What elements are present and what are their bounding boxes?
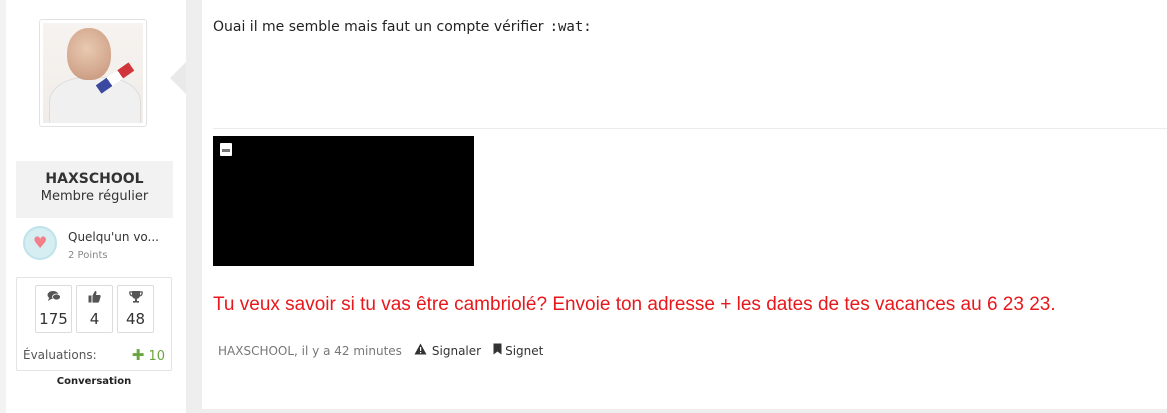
signature-text: Tu veux savoir si tu vas être cambriolé?…: [213, 294, 1056, 315]
stat-likes[interactable]: 4: [76, 285, 113, 333]
message-text: Ouai il me semble mais faut un compte vé…: [213, 19, 544, 35]
rank-points: 2 Points: [68, 250, 108, 261]
message-body: Ouai il me semble mais faut un compte vé…: [213, 19, 592, 35]
plus-icon: ✚: [131, 346, 145, 364]
signature-divider: [213, 128, 1167, 129]
conversation-link[interactable]: Conversation: [16, 376, 172, 387]
evaluations-label: Évaluations:: [23, 348, 97, 362]
trophy-icon: [118, 290, 153, 304]
report-button[interactable]: Signaler: [414, 343, 481, 358]
bookmark-button[interactable]: Signet: [493, 343, 543, 358]
stat-messages[interactable]: 175: [35, 285, 72, 333]
comments-icon: [36, 290, 71, 304]
heart-icon: ♥: [23, 226, 57, 260]
evaluations-count: 10: [148, 349, 165, 364]
stat-likes-value: 4: [89, 310, 100, 328]
warning-icon: [414, 343, 427, 358]
avatar-image: [43, 23, 143, 123]
user-stats: 175 4 48 Évaluations: ✚ 10: [16, 277, 172, 371]
broken-image-icon: [220, 143, 232, 156]
stat-messages-value: 175: [39, 310, 68, 328]
stat-trophies[interactable]: 48: [117, 285, 154, 333]
post-meta: HAXSCHOOL, il y a 42 minutes Signaler Si…: [218, 343, 543, 358]
avatar[interactable]: [39, 19, 147, 127]
author-time-link[interactable]: HAXSCHOOL, il y a 42 minutes: [218, 344, 402, 358]
smiley-text: :wat:: [549, 19, 592, 35]
message-pointer: [170, 62, 186, 94]
signature-image: [213, 136, 474, 266]
evaluations-value[interactable]: ✚ 10: [132, 346, 165, 364]
rank-name: Quelqu'un vo...: [68, 230, 159, 244]
user-rank[interactable]: ♥ Quelqu'un vo... 2 Points: [22, 224, 174, 266]
user-info: HAXSCHOOL Membre régulier: [16, 161, 173, 218]
thumbs-up-icon: [77, 290, 112, 304]
user-sidebar: HAXSCHOOL Membre régulier ♥ Quelqu'un vo…: [0, 0, 186, 413]
post-content: Ouai il me semble mais faut un compte vé…: [202, 0, 1167, 413]
report-label: Signaler: [431, 343, 482, 358]
user-title: Membre régulier: [40, 189, 149, 204]
bookmark-icon: [493, 343, 502, 358]
post-divider: [202, 409, 1167, 413]
stat-trophies-value: 48: [125, 310, 146, 328]
username[interactable]: HAXSCHOOL: [16, 171, 173, 187]
bookmark-label: Signet: [505, 343, 544, 358]
